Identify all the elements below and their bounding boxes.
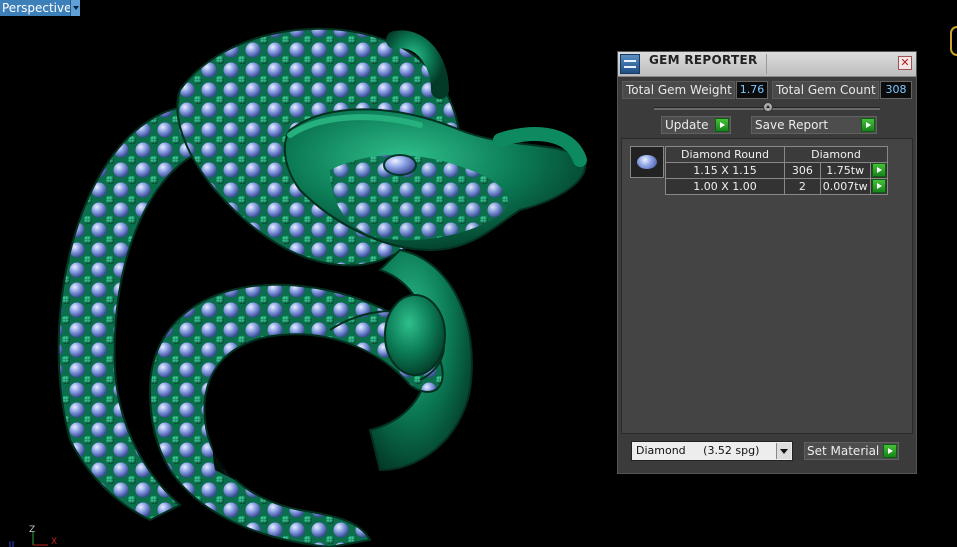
gem-weight: 0.007tw xyxy=(819,178,871,195)
play-icon[interactable] xyxy=(872,163,886,177)
panel-titlebar[interactable]: GEM REPORTER ✕ xyxy=(618,52,916,77)
table-header-shape: Diamond Round xyxy=(665,146,785,163)
axis-label-x: X xyxy=(51,537,58,547)
gem-size: 1.00 X 1.00 xyxy=(665,178,785,195)
report-icon xyxy=(620,54,640,74)
table-row[interactable]: 1.15 X 1.15 306 1.75tw xyxy=(665,162,889,179)
total-gem-weight-label: Total Gem Weight xyxy=(622,81,735,99)
axis-label-z: Z xyxy=(29,525,36,535)
update-button[interactable]: Update xyxy=(661,116,731,134)
gem-count: 306 xyxy=(784,162,821,179)
set-material-button[interactable]: Set Material xyxy=(804,442,899,460)
row-action[interactable] xyxy=(869,162,889,179)
update-label: Update xyxy=(665,118,709,132)
set-material-label: Set Material xyxy=(807,444,880,458)
viewport-label[interactable]: Perspective xyxy=(0,0,80,16)
gem-table-header: Diamond Round Diamond xyxy=(665,146,888,163)
offscreen-gizmo-icon xyxy=(950,26,957,56)
total-gem-count-label: Total Gem Count xyxy=(772,81,879,99)
row-action[interactable] xyxy=(869,178,889,195)
save-report-button[interactable]: Save Report xyxy=(751,116,877,134)
play-icon[interactable] xyxy=(861,118,875,132)
panel-title: GEM REPORTER xyxy=(649,53,758,67)
play-icon[interactable] xyxy=(872,179,886,193)
save-report-label: Save Report xyxy=(755,118,829,132)
close-icon[interactable]: ✕ xyxy=(898,56,912,70)
viewport-dropdown-icon[interactable] xyxy=(70,0,80,16)
round-diamond-icon xyxy=(637,155,657,169)
table-row[interactable]: 1.00 X 1.00 2 0.007tw xyxy=(665,178,889,195)
collapse-handle-icon[interactable] xyxy=(763,102,773,112)
gem-thumbnail xyxy=(630,146,664,178)
play-icon[interactable] xyxy=(883,444,897,458)
total-gem-count-value: 308 xyxy=(880,81,912,99)
gem-size: 1.15 X 1.15 xyxy=(665,162,785,179)
total-gem-weight-value: 1.76 xyxy=(736,81,768,99)
chevron-down-icon[interactable] xyxy=(776,443,791,459)
gem-list[interactable]: Diamond Round Diamond 1.15 X 1.15 306 1.… xyxy=(621,138,913,434)
play-icon[interactable] xyxy=(715,118,729,132)
gem-reporter-panel: GEM REPORTER ✕ Total Gem Weight 1.76 Tot… xyxy=(617,51,917,474)
title-divider xyxy=(766,54,767,74)
gem-weight: 1.75tw xyxy=(819,162,871,179)
gem-table: Diamond Round Diamond 1.15 X 1.15 306 1.… xyxy=(665,146,889,195)
gem-count: 2 xyxy=(784,178,821,195)
table-header-material: Diamond xyxy=(784,146,888,163)
material-select-value: Diamond (3.52 spg) xyxy=(636,444,760,457)
material-select[interactable]: Diamond (3.52 spg) xyxy=(631,441,793,461)
